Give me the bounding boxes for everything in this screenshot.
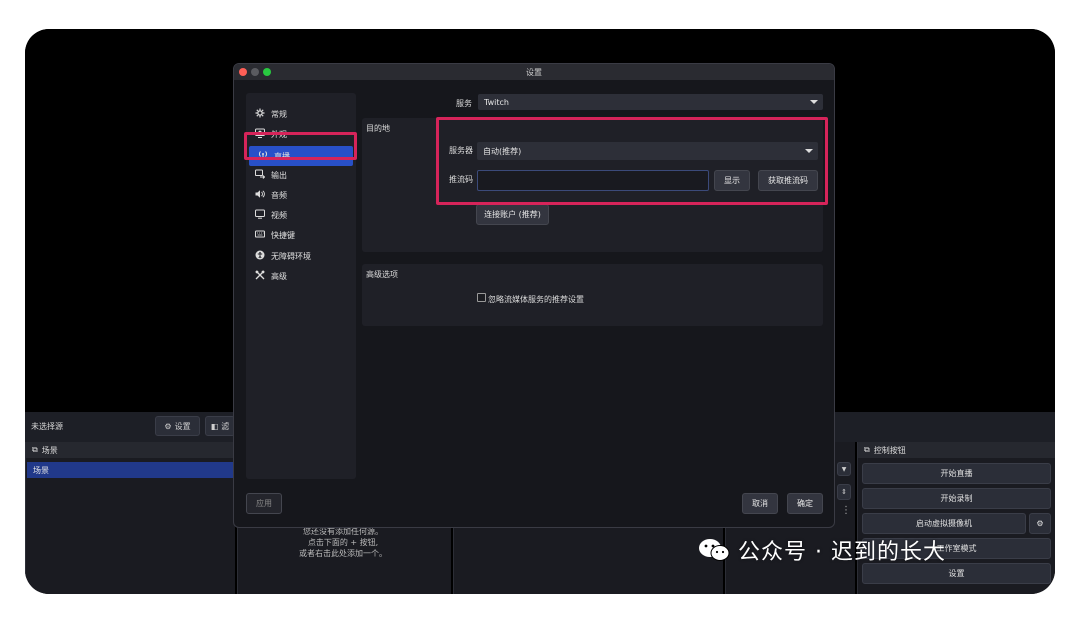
watermark-text: 公众号 · 迟到的长大 <box>738 540 946 565</box>
service-label: 服务 <box>456 99 472 108</box>
gear-icon <box>255 108 265 120</box>
output-icon <box>255 169 266 181</box>
antenna-icon <box>258 150 268 162</box>
monitor-icon <box>255 209 265 221</box>
apply-button[interactable]: 应用 <box>246 493 282 514</box>
sidebar-item-0[interactable]: 常规 <box>246 104 356 124</box>
dock-icon: ⧉ <box>32 445 38 454</box>
sidebar-item-6[interactable]: 快捷键 <box>246 225 356 245</box>
dialog-titlebar: 设置 <box>234 64 834 80</box>
dialog-title: 设置 <box>526 68 542 77</box>
empty-sources-hint: 您还没有添加任何源。 点击下面的 + 按钮, 或者右击此处添加一个。 <box>299 527 387 558</box>
stream-key-label: 推流码 <box>449 175 473 184</box>
transition-dropdown[interactable]: ▼ <box>837 462 851 476</box>
watermark: 公众号 · 迟到的长大 <box>698 534 946 566</box>
no-source-label: 未选择源 <box>31 422 63 431</box>
duration-stepper[interactable]: ⇕ <box>837 484 851 500</box>
sidebar-item-label: 无障碍环境 <box>271 251 311 261</box>
gear-icon: ⚙ <box>1036 519 1044 528</box>
start-virtual-camera-button[interactable]: 启动虚拟摄像机 <box>862 513 1026 534</box>
chevron-down-icon <box>805 149 813 153</box>
source-filter-button[interactable]: ◧ 滤 <box>205 416 235 436</box>
sidebar-item-8[interactable]: 高级 <box>246 266 356 286</box>
keyboard-icon <box>255 229 265 241</box>
appearance-icon <box>255 128 265 140</box>
sidebar-item-1[interactable]: 外观 <box>246 124 356 144</box>
server-select[interactable]: 自动(推荐) <box>477 142 818 160</box>
sidebar-item-3[interactable]: 输出 <box>246 165 356 185</box>
settings-button[interactable]: 设置 <box>862 563 1051 584</box>
source-settings-button[interactable]: ⚙ 设置 <box>155 416 200 436</box>
cancel-button[interactable]: 取消 <box>742 493 778 514</box>
connect-account-button[interactable]: 连接账户 (推荐) <box>476 204 549 225</box>
advanced-title: 高级选项 <box>366 270 398 279</box>
virtual-camera-settings-button[interactable]: ⚙ <box>1029 513 1051 534</box>
service-select[interactable]: Twitch <box>478 94 823 110</box>
controls-dock-title: ⧉ 控制按钮 <box>858 442 1055 458</box>
accessibility-icon <box>255 250 265 262</box>
scene-list-item[interactable]: 场景 <box>27 462 233 478</box>
stepper-icon: ⇕ <box>841 488 847 496</box>
ignore-recommendations-label: 忽略流媒体服务的推荐设置 <box>488 295 584 304</box>
ok-button[interactable]: 确定 <box>787 493 823 514</box>
chevron-down-icon: ▼ <box>841 465 847 473</box>
sidebar-item-4[interactable]: 音频 <box>246 185 356 205</box>
sidebar-item-label: 视频 <box>271 210 287 220</box>
sidebar-item-label: 音频 <box>271 190 287 200</box>
start-recording-button[interactable]: 开始录制 <box>862 488 1051 509</box>
chevron-down-icon <box>810 100 818 104</box>
stream-key-input[interactable] <box>477 170 709 191</box>
sidebar-item-label: 直播 <box>274 151 290 161</box>
ignore-recommendations-checkbox[interactable] <box>477 293 486 302</box>
filter-icon: ◧ <box>210 421 219 431</box>
wechat-icon <box>698 537 730 563</box>
more-options-icon[interactable]: ⋮ <box>841 505 851 516</box>
sidebar-item-label: 外观 <box>271 129 287 139</box>
speaker-icon <box>255 189 265 201</box>
settings-dialog: 设置 常规 外观 直播 输出 音频 视频 快捷键 无障碍环境 高级 服务 Twitch 目的地 … <box>233 63 835 528</box>
destination-title: 目的地 <box>366 124 390 133</box>
sidebar-item-7[interactable]: 无障碍环境 <box>246 246 356 266</box>
sidebar-item-label: 快捷键 <box>271 230 295 240</box>
start-streaming-button[interactable]: 开始直播 <box>862 463 1051 484</box>
sidebar-item-2[interactable]: 直播 <box>249 146 353 166</box>
sidebar-item-label: 高级 <box>271 271 287 281</box>
get-stream-key-button[interactable]: 获取推流码 <box>758 170 818 191</box>
tools-icon <box>255 270 265 282</box>
sidebar-item-label: 常规 <box>271 109 287 119</box>
advanced-group <box>362 264 823 326</box>
sidebar-item-label: 输出 <box>271 170 287 180</box>
gear-icon: ⚙ <box>164 421 172 431</box>
sidebar-item-5[interactable]: 视频 <box>246 205 356 225</box>
server-label: 服务器 <box>449 146 473 155</box>
dock-icon: ⧉ <box>864 445 870 454</box>
scenes-dock-title: ⧉ 场景 <box>26 442 235 458</box>
show-key-button[interactable]: 显示 <box>714 170 750 191</box>
